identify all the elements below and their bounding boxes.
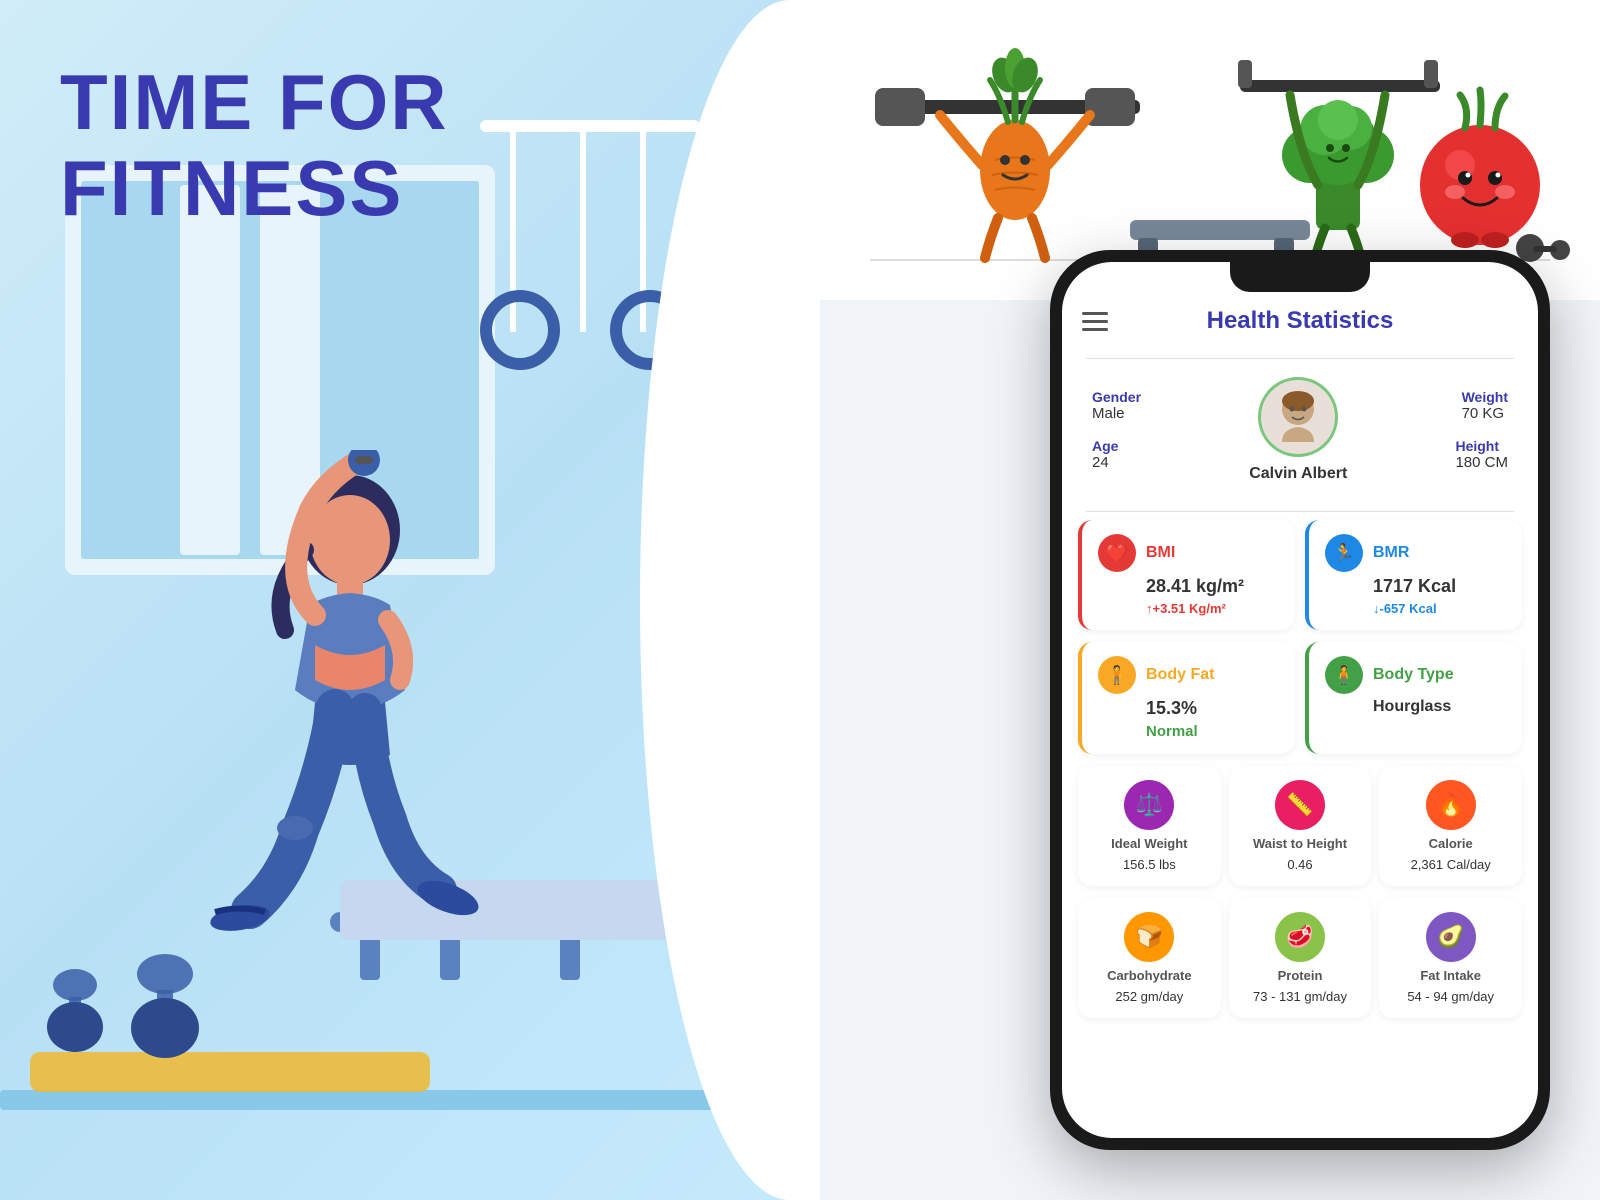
height-label: Height xyxy=(1455,438,1508,454)
bmi-title: BMI xyxy=(1146,544,1175,562)
title-line1: TIME FOR xyxy=(60,60,449,146)
bmi-value: 28.41 kg/m² xyxy=(1098,576,1279,597)
profile-right-stats: Weight 70 KG Height 180 CM xyxy=(1455,389,1508,471)
menu-button[interactable] xyxy=(1082,312,1108,331)
weight-value: 70 KG xyxy=(1462,405,1508,422)
waist-height-label: Waist to Height xyxy=(1253,836,1347,851)
phone-mockup: Health Statistics Gender Male Age xyxy=(1050,250,1570,1170)
age-value: 24 xyxy=(1092,454,1141,471)
bodytype-icon-row: 🧍 Body Type xyxy=(1325,656,1506,694)
stats-grid: ❤️ BMI 28.41 kg/m² ↑+3.51 Kg/m² 🏃 xyxy=(1062,520,1538,754)
phone-frame: Health Statistics Gender Male Age xyxy=(1050,250,1550,1150)
profile-name: Calvin Albert xyxy=(1249,465,1347,483)
protein-icon: 🥩 xyxy=(1275,912,1325,962)
height-stat: Height 180 CM xyxy=(1455,438,1508,471)
avatar xyxy=(1258,377,1338,457)
fat-intake-label: Fat Intake xyxy=(1420,968,1481,983)
body-fat-sub: Normal xyxy=(1098,723,1279,740)
phone-screen: Health Statistics Gender Male Age xyxy=(1062,262,1538,1138)
bmr-icon-row: 🏃 BMR xyxy=(1325,534,1506,572)
bottom-row-1: ⚖️ Ideal Weight 156.5 lbs 📏 Waist to Hei… xyxy=(1062,766,1538,886)
weight-stat: Weight 70 KG xyxy=(1462,389,1508,422)
body-fat-card: 🧍 Body Fat 15.3% Normal xyxy=(1078,642,1295,754)
gender-stat: Gender Male xyxy=(1092,389,1141,422)
ring-bar xyxy=(480,120,700,132)
age-stat: Age 24 xyxy=(1092,438,1141,471)
header-divider xyxy=(1086,358,1514,359)
hamburger-line-1 xyxy=(1082,312,1108,315)
left-panel: TIME FOR FITNESS xyxy=(0,0,820,1200)
bmr-card: 🏃 BMR 1717 Kcal ↓-657 Kcal xyxy=(1305,520,1522,630)
protein-value: 73 - 131 gm/day xyxy=(1253,989,1347,1004)
body-type-card: 🧍 Body Type Hourglass xyxy=(1305,642,1522,754)
calorie-icon: 🔥 xyxy=(1426,780,1476,830)
body-fat-icon: 🧍 xyxy=(1098,656,1136,694)
gym-ring-2 xyxy=(610,290,690,370)
calorie-card: 🔥 Calorie 2,361 Cal/day xyxy=(1379,766,1522,886)
fat-intake-card: 🥑 Fat Intake 54 - 94 gm/day xyxy=(1379,898,1522,1018)
hamburger-line-2 xyxy=(1082,320,1108,323)
age-label: Age xyxy=(1092,438,1141,454)
protein-label: Protein xyxy=(1278,968,1323,983)
body-fat-value: 15.3% xyxy=(1098,698,1279,719)
profile-divider xyxy=(1086,511,1514,512)
main-title: TIME FOR FITNESS xyxy=(60,60,449,232)
ideal-weight-icon: ⚖️ xyxy=(1124,780,1174,830)
ring-rope-4 xyxy=(710,132,716,332)
ideal-weight-card: ⚖️ Ideal Weight 156.5 lbs xyxy=(1078,766,1221,886)
profile-left-stats: Gender Male Age 24 xyxy=(1092,389,1141,471)
bmi-icon: ❤️ xyxy=(1098,534,1136,572)
bottom-row-2: 🍞 Carbohydrate 252 gm/day 🥩 Protein 73 -… xyxy=(1062,898,1538,1018)
bmr-change: ↓-657 Kcal xyxy=(1325,601,1506,616)
fat-intake-icon: 🥑 xyxy=(1426,912,1476,962)
carbohydrate-value: 252 gm/day xyxy=(1115,989,1183,1004)
kettlebell-1 xyxy=(40,965,110,1055)
right-panel: Health Statistics Gender Male Age xyxy=(820,0,1600,1200)
waist-height-icon: 📏 xyxy=(1275,780,1325,830)
height-value: 180 CM xyxy=(1455,454,1508,471)
bmr-title: BMR xyxy=(1373,544,1409,562)
weight-label: Weight xyxy=(1462,389,1508,405)
bmr-value: 1717 Kcal xyxy=(1325,576,1506,597)
bmr-icon: 🏃 xyxy=(1325,534,1363,572)
woman-figure xyxy=(140,450,520,1100)
gender-label: Gender xyxy=(1092,389,1141,405)
body-type-value: Hourglass xyxy=(1325,698,1506,716)
protein-card: 🥩 Protein 73 - 131 gm/day xyxy=(1229,898,1372,1018)
fat-intake-value: 54 - 94 gm/day xyxy=(1407,989,1494,1004)
profile-avatar-container: Calvin Albert xyxy=(1249,377,1347,483)
bmi-bmr-row: ❤️ BMI 28.41 kg/m² ↑+3.51 Kg/m² 🏃 xyxy=(1078,520,1522,630)
bodyfat-bodytype-row: 🧍 Body Fat 15.3% Normal 🧍 Body T xyxy=(1078,642,1522,754)
phone-content: Health Statistics Gender Male Age xyxy=(1062,262,1538,1138)
ring-rope-2 xyxy=(580,132,586,332)
ideal-weight-label: Ideal Weight xyxy=(1111,836,1187,851)
bmi-card: ❤️ BMI 28.41 kg/m² ↑+3.51 Kg/m² xyxy=(1078,520,1295,630)
body-fat-title: Body Fat xyxy=(1146,666,1214,684)
carbohydrate-card: 🍞 Carbohydrate 252 gm/day xyxy=(1078,898,1221,1018)
bmi-icon-row: ❤️ BMI xyxy=(1098,534,1279,572)
title-line2: FITNESS xyxy=(60,146,449,232)
bodyfat-icon-row: 🧍 Body Fat xyxy=(1098,656,1279,694)
profile-section: Gender Male Age 24 xyxy=(1062,367,1538,503)
carbohydrate-icon: 🍞 xyxy=(1124,912,1174,962)
app-title: Health Statistics xyxy=(1207,307,1394,335)
carbohydrate-label: Carbohydrate xyxy=(1107,968,1192,983)
body-type-icon: 🧍 xyxy=(1325,656,1363,694)
gender-value: Male xyxy=(1092,405,1141,422)
waist-height-value: 0.46 xyxy=(1287,857,1312,872)
hamburger-line-3 xyxy=(1082,328,1108,331)
waist-height-card: 📏 Waist to Height 0.46 xyxy=(1229,766,1372,886)
ideal-weight-value: 156.5 lbs xyxy=(1123,857,1176,872)
phone-notch xyxy=(1230,262,1370,292)
body-type-title: Body Type xyxy=(1373,666,1454,684)
calorie-label: Calorie xyxy=(1429,836,1473,851)
calorie-value: 2,361 Cal/day xyxy=(1411,857,1491,872)
gym-ring-1 xyxy=(480,290,560,370)
bmi-change: ↑+3.51 Kg/m² xyxy=(1098,601,1279,616)
